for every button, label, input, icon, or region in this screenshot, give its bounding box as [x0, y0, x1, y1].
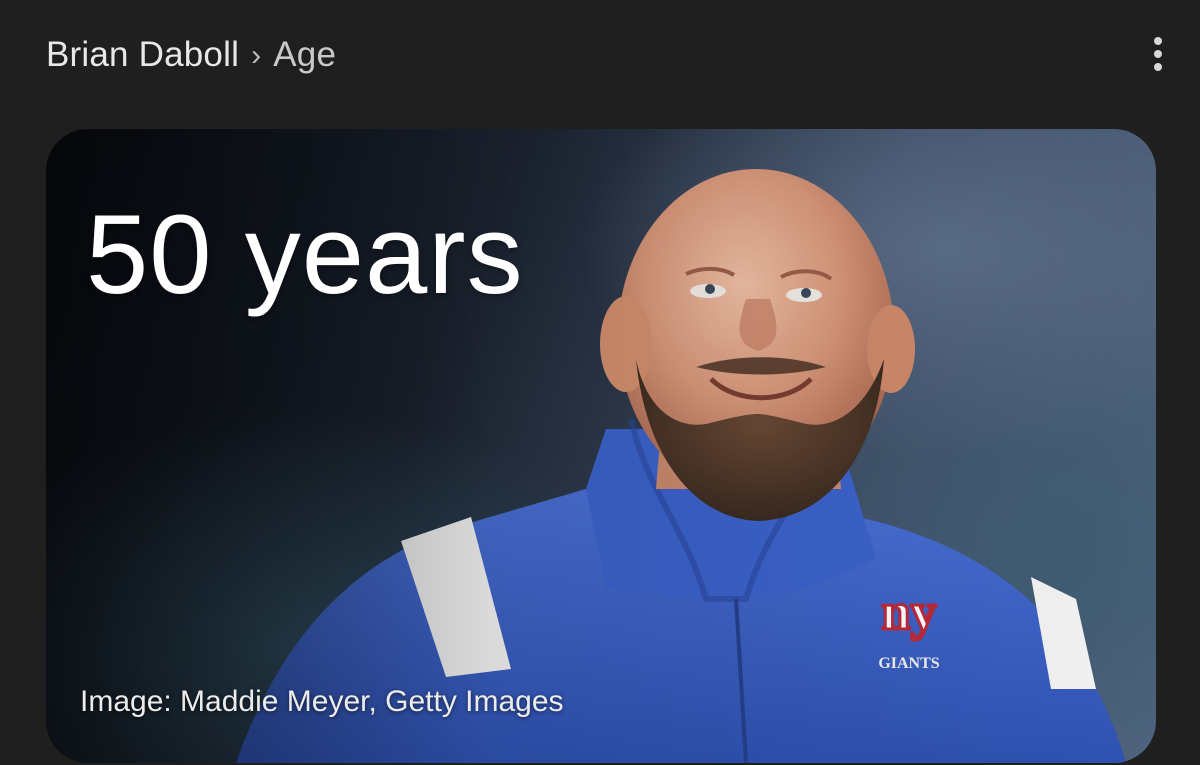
answer-card[interactable]: ny GIANTS 50 years Image: Maddie Meyer, …: [46, 129, 1156, 763]
giants-logo: ny GIANTS: [878, 584, 939, 672]
more-vert-icon-dot: [1154, 50, 1162, 58]
image-credit: Image: Maddie Meyer, Getty Images: [80, 685, 564, 718]
breadcrumb-attribute: Age: [273, 35, 337, 74]
breadcrumb-separator: ›: [251, 39, 262, 72]
more-options-button[interactable]: [1138, 32, 1178, 76]
logo-text: ny: [882, 584, 937, 641]
more-vert-icon-dot: [1154, 63, 1162, 71]
breadcrumb-entity[interactable]: Brian Daboll: [46, 35, 239, 75]
more-vert-icon: [1154, 37, 1162, 45]
breadcrumb: Brian Daboll › Age: [46, 30, 336, 80]
age-value: 50 years: [86, 192, 524, 317]
page: Brian Daboll › Age ny GIANTS 50 years Im…: [0, 0, 1200, 765]
logo-subtext: GIANTS: [878, 655, 939, 672]
